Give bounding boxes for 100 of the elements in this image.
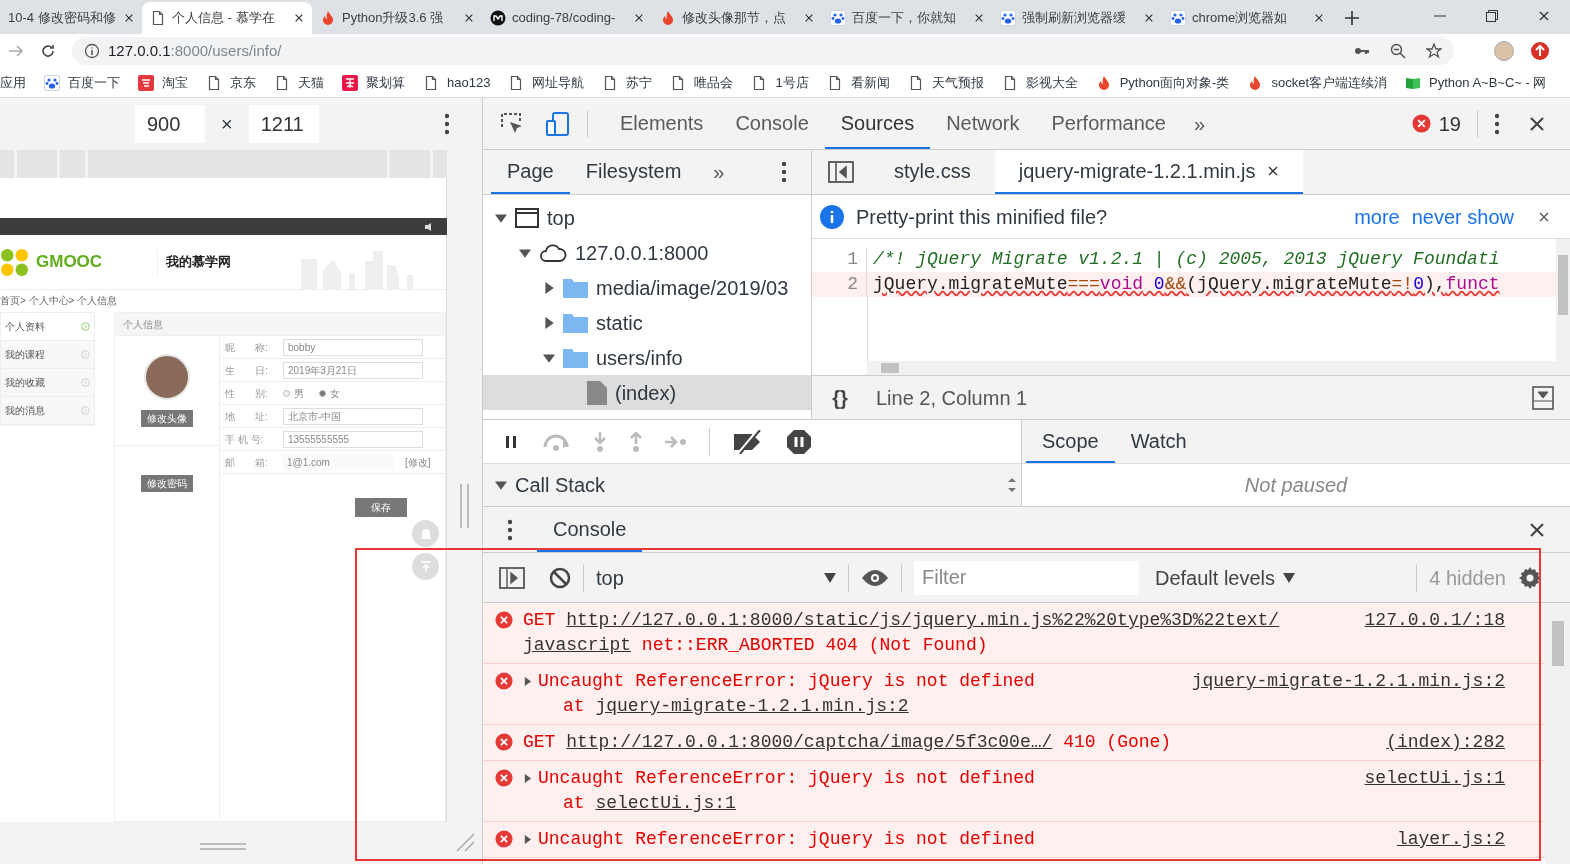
stack-link[interactable]: selectUi.js:1 <box>595 793 736 813</box>
bookmark[interactable]: 应用 <box>0 72 26 93</box>
change-password-button[interactable]: 修改密码 <box>141 475 193 492</box>
profile-menu-item[interactable]: 我的消息 <box>1 397 94 425</box>
bookmark[interactable]: 网址导航 <box>508 72 585 93</box>
filter-field[interactable]: Filter <box>914 560 1139 595</box>
browser-tab[interactable]: chrome浏览器如 <box>1162 2 1332 34</box>
profile-menu-item[interactable]: 我的课程 <box>1 341 94 369</box>
update-icon[interactable] <box>1530 41 1550 61</box>
bookmark[interactable]: 苏宁 <box>602 72 653 93</box>
source-link[interactable]: jquery-migrate-1.2.1.min.js:2 <box>1191 669 1505 694</box>
restore-icon[interactable] <box>1486 10 1498 22</box>
bookmark[interactable]: 看新闻 <box>826 72 890 93</box>
star-icon[interactable] <box>1426 43 1442 59</box>
expanded-arrow-icon[interactable] <box>543 351 555 364</box>
tree-item[interactable]: static <box>483 305 811 340</box>
close-icon[interactable] <box>1314 13 1324 23</box>
save-button[interactable]: 保存 <box>355 498 407 517</box>
sidebar-toggle-icon[interactable] <box>828 161 854 183</box>
tree-item[interactable]: top <box>483 200 811 235</box>
bookmark[interactable]: Python面向对象-类 <box>1095 72 1230 93</box>
bookmark[interactable]: 百度一下 <box>44 72 120 93</box>
browser-tab[interactable]: Python升级3.6 强 <box>312 2 482 34</box>
browser-tab[interactable]: 修改头像那节，点 <box>652 2 822 34</box>
vertical-scrollbar[interactable] <box>1556 239 1570 375</box>
more-options-icon[interactable] <box>444 113 450 135</box>
close-icon[interactable] <box>464 13 474 23</box>
expanded-arrow-icon[interactable] <box>495 211 507 224</box>
close-icon[interactable] <box>804 13 814 23</box>
edit-link[interactable]: [修改] <box>405 454 431 470</box>
more-options-icon[interactable] <box>507 518 513 541</box>
close-icon[interactable] <box>1144 13 1154 23</box>
width-field[interactable]: 900 <box>135 105 205 143</box>
close-icon[interactable] <box>1528 114 1546 133</box>
close-icon[interactable] <box>1538 10 1550 22</box>
bookmark[interactable]: 聚划算 <box>342 72 405 93</box>
expanded-arrow-icon[interactable] <box>519 246 531 259</box>
section-title[interactable]: Call Stack <box>515 470 606 500</box>
collapsed-arrow-icon[interactable] <box>543 316 555 329</box>
browser-tab[interactable]: 10-4 修改密码和修 <box>0 2 142 34</box>
bookmark[interactable]: 京东 <box>206 72 256 93</box>
eye-icon[interactable] <box>861 568 889 587</box>
editor-tab[interactable]: style.css <box>870 150 995 194</box>
vertical-scrollbar[interactable] <box>1545 603 1570 864</box>
tree-item[interactable]: users/info <box>483 340 811 375</box>
browser-tab[interactable]: coding-78/coding- <box>482 2 652 34</box>
tabs-overflow[interactable]: » <box>1182 108 1218 139</box>
address-field[interactable]: 127.0.0.1:8000/users/info/ <box>72 37 1454 65</box>
expanded-arrow-icon[interactable] <box>495 479 507 491</box>
device-toggle-icon[interactable] <box>545 110 571 137</box>
navigator-tab[interactable]: Page <box>491 150 570 194</box>
stack-link[interactable]: jquery-migrate-1.2.1.min.js:2 <box>595 696 909 716</box>
change-avatar-button[interactable]: 修改头像 <box>141 410 193 427</box>
text-field[interactable]: bobby <box>283 338 423 356</box>
context-dropdown[interactable]: top <box>596 562 836 593</box>
devtools-tab[interactable]: Performance <box>1035 98 1182 149</box>
text-field[interactable]: 2019年3月21日 <box>283 361 423 379</box>
devtools-tab[interactable]: Elements <box>604 98 720 149</box>
error-count[interactable]: 19 <box>1438 108 1461 139</box>
bookmark[interactable]: 影视大全 <box>1001 72 1078 93</box>
settings-icon[interactable] <box>1518 565 1542 590</box>
new-tab-icon[interactable] <box>1344 10 1360 26</box>
more-options-icon[interactable] <box>1494 112 1500 135</box>
levels-dropdown[interactable]: Default levels <box>1155 562 1296 593</box>
bookmark[interactable]: 天气预报 <box>907 72 984 93</box>
url-link[interactable]: javascript <box>523 635 632 655</box>
sidebar-tab[interactable]: Watch <box>1114 420 1203 463</box>
radio-option[interactable]: 女 <box>319 385 349 401</box>
close-icon[interactable] <box>294 13 304 23</box>
infobar-link[interactable]: never show <box>1411 201 1514 232</box>
pause-icon[interactable] <box>503 433 519 450</box>
sidebar-toggle-icon[interactable] <box>499 566 525 589</box>
source-link[interactable]: (index):282 <box>1386 730 1505 755</box>
devtools-tab[interactable]: Network <box>930 98 1036 149</box>
editor-tab[interactable]: jquery-migrate-1.2.1.min.js <box>994 150 1304 194</box>
source-link[interactable]: layer.js:2 <box>1396 827 1505 852</box>
deactivate-breakpoints-icon[interactable] <box>732 429 764 454</box>
infobar-link[interactable]: more <box>1354 201 1400 232</box>
collapsed-arrow-icon[interactable] <box>543 281 555 294</box>
info-icon[interactable] <box>84 43 100 59</box>
panel-toggle-icon[interactable] <box>1532 385 1554 410</box>
resize-handle[interactable] <box>460 484 469 528</box>
text-field[interactable]: 13555555555 <box>283 430 423 448</box>
profile-menu-item[interactable]: 我的收藏 <box>1 369 94 397</box>
url-link[interactable]: http://127.0.0.1:8000/static/js/jquery.min.js%22%20type%3D%22text/ <box>566 610 1280 630</box>
clear-console-icon[interactable] <box>549 566 571 589</box>
collapsed-arrow-icon[interactable] <box>523 677 532 686</box>
more-options-icon[interactable] <box>781 161 787 183</box>
zoom-out-icon[interactable] <box>1390 43 1406 59</box>
bookmark[interactable]: socket客户端连续消 <box>1247 72 1387 93</box>
navigator-tab[interactable]: Filesystem <box>569 150 698 194</box>
browser-tab[interactable]: 个人信息 - 慕学在 <box>142 2 312 34</box>
tree-item[interactable]: media/image/2019/03 <box>483 270 811 305</box>
bookmark[interactable]: 1号店 <box>751 72 809 93</box>
format-button[interactable]: {} <box>820 382 860 413</box>
height-field[interactable]: 1211 <box>248 105 319 143</box>
bookmark[interactable]: hao123 <box>423 72 491 93</box>
sidebar-tab[interactable]: Scope <box>1026 420 1115 463</box>
reload-icon[interactable] <box>40 43 56 59</box>
radio-option[interactable]: 男 <box>283 385 313 401</box>
